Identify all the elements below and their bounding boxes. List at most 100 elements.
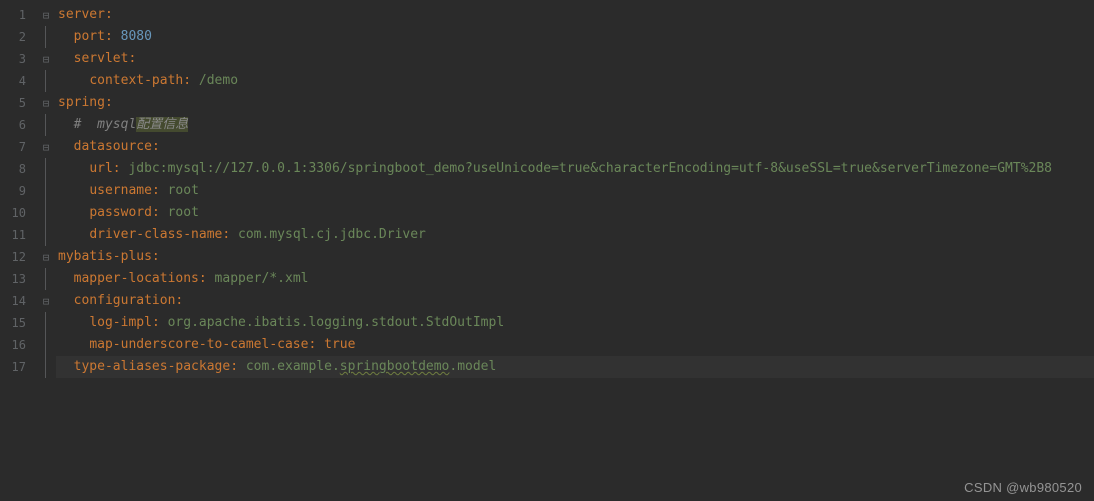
token-colon: :	[113, 161, 129, 176]
token-val: /demo	[199, 73, 238, 88]
token-comment: # mysql	[74, 117, 137, 132]
fold-toggle-icon[interactable]	[36, 136, 56, 158]
fold-toggle-icon[interactable]	[36, 92, 56, 114]
fold-guide	[36, 26, 56, 48]
line-number: 4	[0, 70, 36, 92]
fold-guide	[36, 70, 56, 92]
code-line[interactable]: url: jdbc:mysql://127.0.0.1:3306/springb…	[56, 158, 1094, 180]
fold-toggle-icon[interactable]	[36, 48, 56, 70]
fold-toggle-icon[interactable]	[36, 290, 56, 312]
token-colon: :	[152, 139, 160, 154]
fold-guide	[36, 180, 56, 202]
line-number: 11	[0, 224, 36, 246]
fold-gutter[interactable]	[36, 0, 56, 501]
token-comment-hl: 配置信息	[136, 117, 188, 132]
token-key: port	[74, 29, 105, 44]
token-colon: :	[105, 29, 121, 44]
token-key: username	[89, 183, 152, 198]
token-key: driver-class-name	[89, 227, 222, 242]
fold-guide	[36, 114, 56, 136]
token-colon: :	[152, 249, 160, 264]
code-line[interactable]: type-aliases-package: com.example.spring…	[56, 356, 1094, 378]
line-number-gutter: 1234567891011121314151617	[0, 0, 36, 501]
token-key: log-impl	[89, 315, 152, 330]
code-line[interactable]: username: root	[56, 180, 1094, 202]
token-key: type-aliases-package	[74, 359, 231, 374]
code-area[interactable]: server: port: 8080 servlet: context-path…	[56, 0, 1094, 501]
fold-guide	[36, 202, 56, 224]
line-number: 6	[0, 114, 36, 136]
token-colon: :	[222, 227, 238, 242]
fold-guide	[36, 158, 56, 180]
code-line[interactable]: datasource:	[56, 136, 1094, 158]
line-number: 15	[0, 312, 36, 334]
code-line[interactable]: servlet:	[56, 48, 1094, 70]
token-num: 8080	[121, 29, 152, 44]
line-number: 5	[0, 92, 36, 114]
line-number: 10	[0, 202, 36, 224]
token-key: mybatis-plus	[58, 249, 152, 264]
token-key: servlet	[74, 51, 129, 66]
watermark: CSDN @wb980520	[964, 480, 1082, 495]
token-key: server	[58, 7, 105, 22]
token-val: root	[168, 183, 199, 198]
token-val: org.apache.ibatis.logging.stdout.StdOutI…	[168, 315, 505, 330]
code-line[interactable]: mybatis-plus:	[56, 246, 1094, 268]
line-number: 8	[0, 158, 36, 180]
fold-guide	[36, 312, 56, 334]
fold-toggle-icon[interactable]	[36, 246, 56, 268]
token-val: root	[168, 205, 199, 220]
token-key: configuration	[74, 293, 176, 308]
token-colon: :	[230, 359, 246, 374]
token-key: mapper-locations	[74, 271, 199, 286]
token-colon: :	[105, 95, 113, 110]
line-number: 14	[0, 290, 36, 312]
token-bool: true	[324, 337, 355, 352]
token-val: jdbc:mysql://127.0.0.1:3306/springboot_d…	[128, 161, 1052, 176]
code-line[interactable]: context-path: /demo	[56, 70, 1094, 92]
code-line[interactable]: # mysql配置信息	[56, 114, 1094, 136]
fold-guide	[36, 268, 56, 290]
line-number: 2	[0, 26, 36, 48]
token-val-squiggle: com.example.springbootdemo.model	[246, 359, 496, 374]
code-line[interactable]: spring:	[56, 92, 1094, 114]
token-colon: :	[105, 7, 113, 22]
line-number: 13	[0, 268, 36, 290]
token-val: mapper/*.xml	[215, 271, 309, 286]
code-line[interactable]: port: 8080	[56, 26, 1094, 48]
line-number: 16	[0, 334, 36, 356]
token-colon: :	[152, 205, 168, 220]
line-number: 1	[0, 4, 36, 26]
token-colon: :	[308, 337, 324, 352]
token-colon: :	[128, 51, 136, 66]
code-line[interactable]: map-underscore-to-camel-case: true	[56, 334, 1094, 356]
token-key: password	[89, 205, 152, 220]
token-key: spring	[58, 95, 105, 110]
line-number: 17	[0, 356, 36, 378]
code-line[interactable]: server:	[56, 4, 1094, 26]
token-val: com.mysql.cj.jdbc.Driver	[238, 227, 426, 242]
fold-guide	[36, 334, 56, 356]
token-key: context-path	[89, 73, 183, 88]
token-colon: :	[152, 315, 168, 330]
line-number: 9	[0, 180, 36, 202]
fold-guide	[36, 356, 56, 378]
token-colon: :	[175, 293, 183, 308]
fold-guide	[36, 224, 56, 246]
token-colon: :	[199, 271, 215, 286]
line-number: 3	[0, 48, 36, 70]
code-line[interactable]: log-impl: org.apache.ibatis.logging.stdo…	[56, 312, 1094, 334]
token-colon: :	[152, 183, 168, 198]
token-key: url	[89, 161, 112, 176]
code-line[interactable]: mapper-locations: mapper/*.xml	[56, 268, 1094, 290]
line-number: 12	[0, 246, 36, 268]
code-line[interactable]: configuration:	[56, 290, 1094, 312]
line-number: 7	[0, 136, 36, 158]
code-line[interactable]: driver-class-name: com.mysql.cj.jdbc.Dri…	[56, 224, 1094, 246]
token-key: map-underscore-to-camel-case	[89, 337, 308, 352]
token-key: datasource	[74, 139, 152, 154]
code-line[interactable]: password: root	[56, 202, 1094, 224]
token-colon: :	[183, 73, 199, 88]
code-editor[interactable]: 1234567891011121314151617 server: port: …	[0, 0, 1094, 501]
fold-toggle-icon[interactable]	[36, 4, 56, 26]
